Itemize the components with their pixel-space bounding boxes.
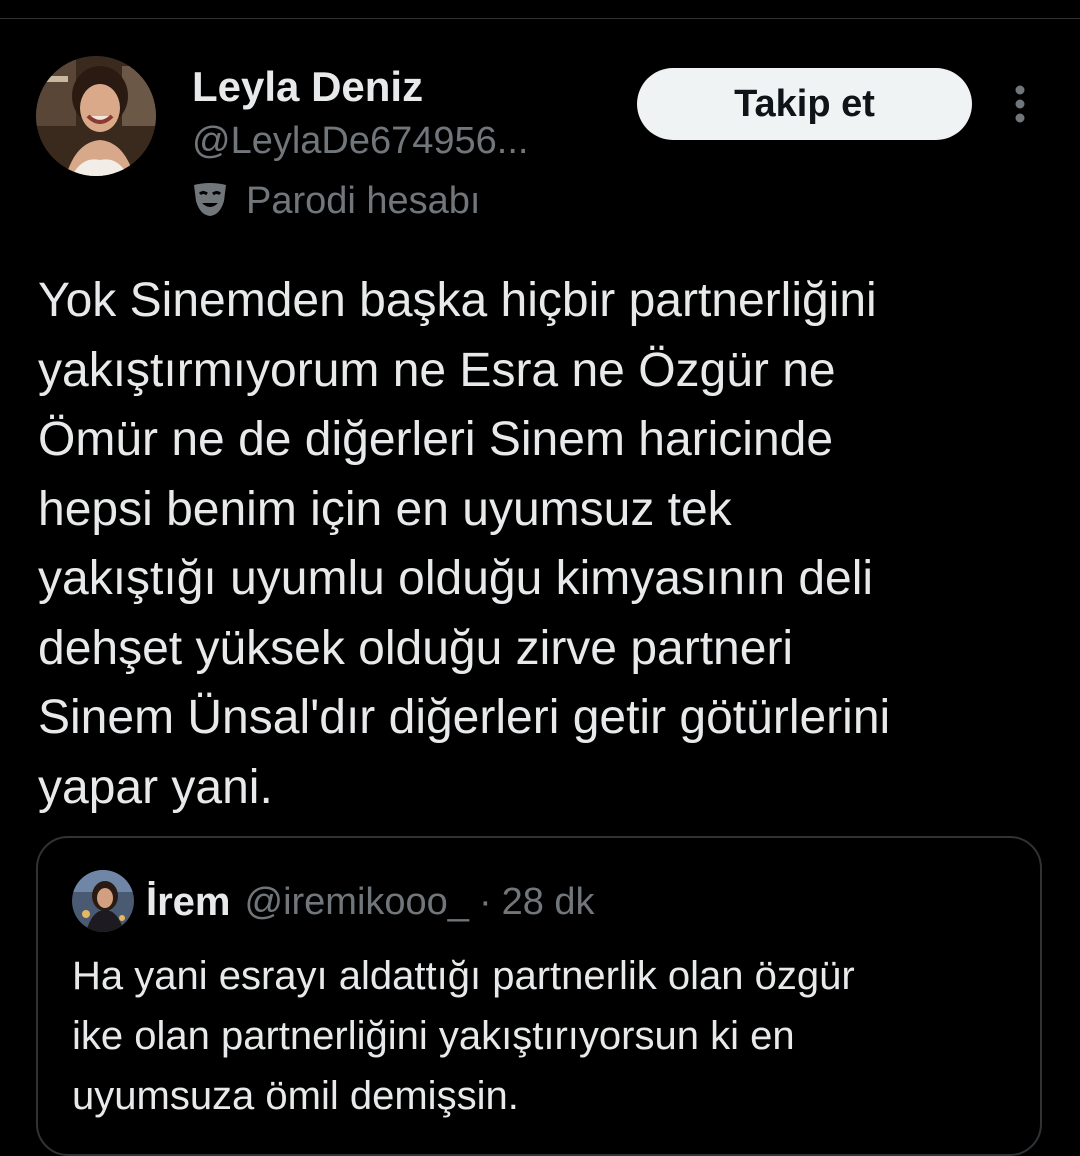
tweet-text-line: hepsi benim için en uyumsuz tek xyxy=(38,482,732,536)
more-vertical-icon xyxy=(1015,85,1025,123)
tweet-text-line: Ömür ne de diğerleri Sinem haricinde xyxy=(38,413,834,466)
top-divider xyxy=(0,18,1080,19)
quote-author-name[interactable]: İrem xyxy=(146,880,231,925)
author-handle[interactable]: @LeylaDe674956... xyxy=(192,118,528,164)
quote-author-avatar[interactable] xyxy=(72,870,134,932)
parody-mask-icon xyxy=(190,179,246,224)
author-display-name[interactable]: Leyla Deniz xyxy=(192,62,423,112)
quote-timestamp[interactable]: 28 dk xyxy=(502,881,595,924)
tweet-text-line: yakıştığı uyumlu olduğu kimyasının deli xyxy=(38,552,874,605)
parody-account-label: Parodi hesabı xyxy=(190,178,481,224)
tweet-text-line: Sinem Ünsal'dır diğerleri getir götürler… xyxy=(38,691,891,744)
tweet-text-line: yapar yani. xyxy=(38,760,273,814)
tweet-text-line: dehşet yüksek olduğu zirve partneri xyxy=(38,621,794,675)
follow-button[interactable]: Takip et xyxy=(637,68,972,140)
quote-author-handle[interactable]: @iremikooo_ xyxy=(245,881,469,924)
tweet-text-line: yakıştırmıyorum ne Esra ne Özgür ne xyxy=(38,343,836,397)
author-avatar[interactable] xyxy=(36,56,156,176)
more-options-button[interactable] xyxy=(1000,82,1040,126)
quote-text-line: Ha yani esrayı aldattığı partnerlik olan… xyxy=(72,954,855,998)
quote-text-line: ike olan partnerliğini yakıştırıyorsun k… xyxy=(72,1014,795,1058)
parody-label-text: Parodi hesabı xyxy=(246,180,481,222)
tweet-text: Yok Sinemden başka hiçbir partnerliğini … xyxy=(38,266,1048,822)
profile-photo-icon xyxy=(36,56,156,176)
quote-text-line: uyumsuza ömil demişsin. xyxy=(72,1074,519,1118)
quote-text: Ha yani esrayı aldattığı partnerlik olan… xyxy=(72,946,1022,1126)
tweet-text-line: Yok Sinemden başka hiçbir partnerliğini xyxy=(38,274,877,327)
quote-separator: · xyxy=(478,880,492,923)
quote-header: İrem @iremikooo_ · 28 dk xyxy=(146,876,595,928)
profile-photo-icon xyxy=(72,870,134,932)
